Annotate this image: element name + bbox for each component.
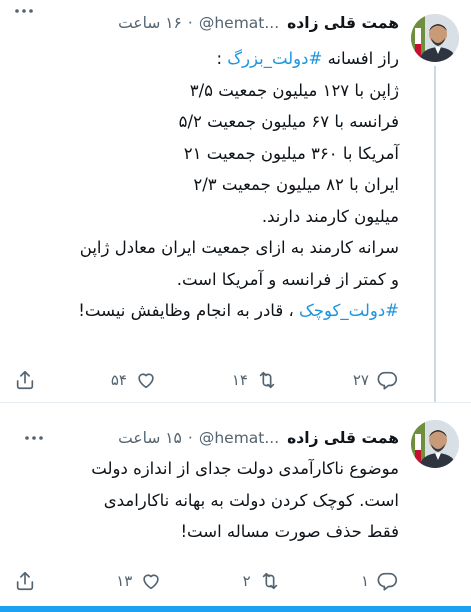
tweet-line: راز افسانه #دولت_بزرگ : [14, 43, 399, 75]
tweet-line: موضوع ناکارآمدی دولت جدای از اندازه دولت [91, 459, 399, 478]
tweet-line: میلیون کارمند دارند. [261, 206, 399, 226]
tweet-line: فرانسه با ۶۷ میلیون جمعیت ۵/۲ [178, 112, 399, 131]
tweet-line: است. کوچک کردن دولت به بهانه ناکارامدی [103, 490, 399, 510]
tweet[interactable]: همت قلی زاده @hemat... · ۱۶ ساعت راز افس… [0, 0, 471, 402]
retweet-icon [259, 371, 275, 389]
tweet-text: موضوع ناکارآمدی دولت جدای از اندازه دولت… [14, 453, 399, 548]
more-icon[interactable] [14, 4, 34, 18]
tweet-line: آمریکا با ۳۶۰ میلیون جمعیت ۲۱ [183, 143, 399, 163]
separator-dot: · [187, 429, 193, 447]
author-name[interactable]: همت قلی زاده [287, 429, 399, 447]
tweet-line: فقط حذف صورت مساله است! [180, 522, 399, 541]
tweet-header: همت قلی زاده @hemat... · ۱۵ ساعت [10, 427, 399, 449]
more-icon[interactable] [24, 431, 44, 445]
share-button[interactable] [14, 369, 36, 391]
retweet-count: ۲ [242, 572, 251, 590]
like-count: ۵۴ [110, 371, 127, 389]
retweet-button[interactable]: ۱۴ [232, 369, 278, 391]
reply-count: ۱ [360, 572, 369, 590]
reply-icon [377, 572, 398, 591]
tweet-line: ایران با ۸۲ میلیون جمعیت ۲/۳ [193, 175, 399, 194]
tweet-line: ژاپن با ۱۲۷ میلیون جمعیت ۳/۵ [189, 80, 399, 100]
share-icon [16, 571, 34, 591]
tweet-timestamp[interactable]: ۱۵ ساعت [118, 429, 182, 447]
retweet-count: ۱۴ [231, 371, 248, 389]
avatar-image [411, 420, 459, 468]
hashtag-link[interactable]: #دولت_کوچک [299, 301, 399, 320]
tweet-line: #دولت_کوچک ، قادر به انجام وظایفش نیست! [14, 295, 399, 327]
avatar[interactable] [411, 14, 459, 62]
like-button[interactable]: ۵۴ [111, 369, 157, 391]
text-segment: ، قادر به انجام وظایفش نیست! [78, 301, 300, 320]
author-handle[interactable]: @hemat... [199, 14, 279, 32]
accent-bar [0, 606, 471, 612]
text-segment: : [216, 49, 228, 68]
reply-icon [377, 371, 398, 390]
like-button[interactable]: ۱۳ [116, 570, 162, 592]
tweet-divider [0, 402, 471, 403]
reply-count: ۲۷ [352, 371, 369, 389]
avatar-image [411, 14, 459, 62]
reply-button[interactable]: ۱ [361, 570, 399, 592]
author-name[interactable]: همت قلی زاده [287, 14, 399, 32]
hashtag-link[interactable]: #دولت_بزرگ [227, 49, 322, 68]
tweet-timestamp[interactable]: ۱۶ ساعت [118, 14, 182, 32]
separator-dot: · [187, 14, 193, 32]
tweet-text: راز افسانه #دولت_بزرگ : ژاپن با ۱۲۷ میلی… [14, 43, 399, 327]
text-segment: راز افسانه [322, 49, 399, 68]
avatar[interactable] [411, 420, 459, 468]
retweet-icon [262, 572, 277, 590]
like-count: ۱۳ [116, 572, 133, 590]
thread-line [434, 66, 436, 402]
heart-icon [143, 574, 160, 590]
heart-icon [138, 373, 154, 389]
author-handle[interactable]: @hemat... [199, 429, 279, 447]
share-button[interactable] [14, 570, 36, 592]
tweet-line: و کمتر از فرانسه و آمریکا است. [176, 269, 399, 289]
retweet-button[interactable]: ۲ [243, 570, 281, 592]
share-icon [16, 370, 34, 390]
reply-button[interactable]: ۲۷ [353, 369, 399, 391]
tweet-actions: ۱ ۲ ۱۳ [14, 569, 399, 593]
tweet-header: همت قلی زاده @hemat... · ۱۶ ساعت [10, 12, 399, 34]
tweet-line: سرانه کارمند به ازای جمعیت ایران معادل ژ… [79, 238, 399, 257]
tweet-actions: ۲۷ ۱۴ ۵۴ [14, 368, 399, 392]
